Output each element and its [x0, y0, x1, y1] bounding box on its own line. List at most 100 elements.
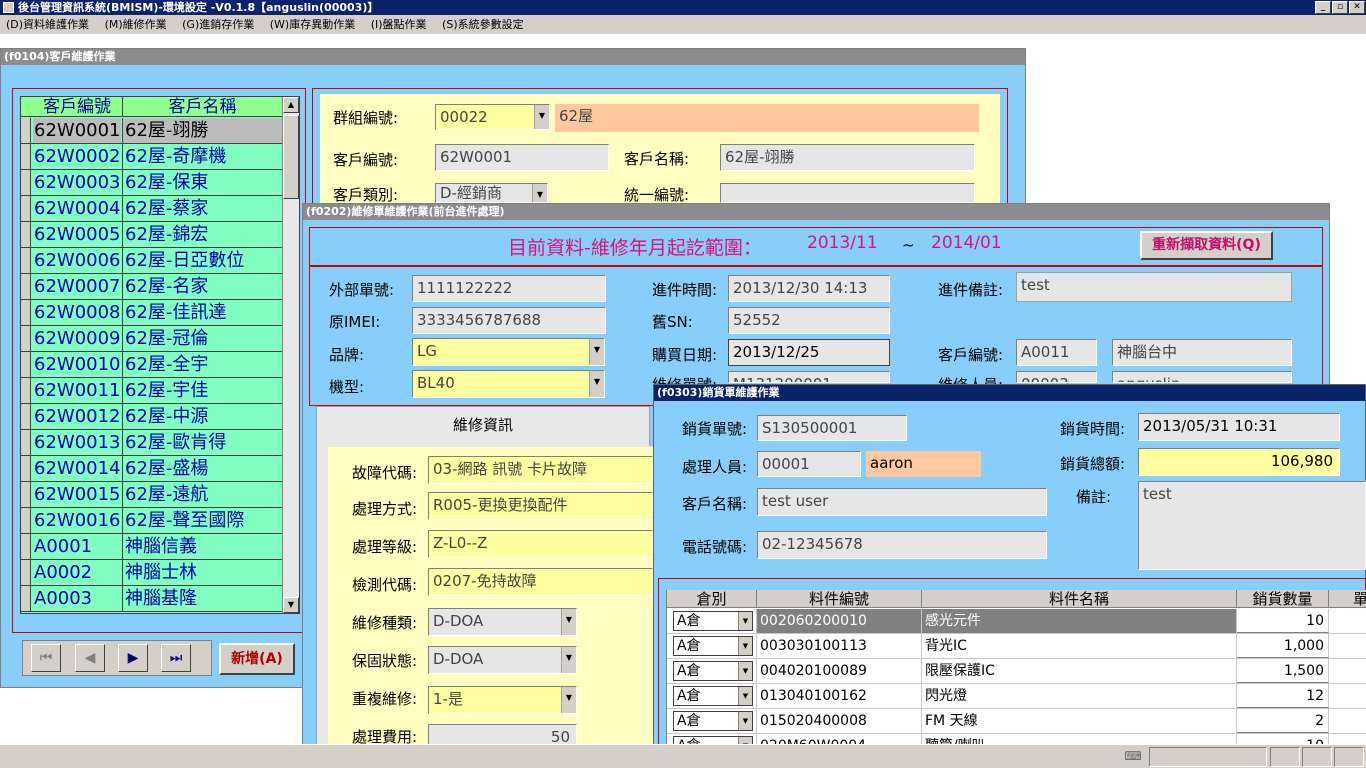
ext-no-field[interactable]: 1111122222 [412, 275, 606, 302]
cust-no-cell[interactable]: 62W0011 [33, 378, 121, 403]
scroll-down-icon[interactable]: ▼ [283, 597, 299, 613]
menu-stocktake[interactable]: (I)盤點作業 [365, 15, 433, 34]
qty-cell[interactable]: 1,000 [1237, 634, 1329, 658]
qty-cell[interactable]: 2 [1237, 709, 1329, 733]
cust-no-cell[interactable]: 62W0008 [33, 300, 121, 325]
customer-row[interactable]: 62W0001 62屋-翊勝 [21, 118, 283, 144]
imei-field[interactable]: 3333456787688 [412, 307, 606, 334]
chevron-down-icon[interactable]: ▼ [532, 184, 547, 202]
group-no-select[interactable]: 00022 ▼ [435, 104, 550, 130]
part-name-cell[interactable]: 閃光燈 [922, 684, 1237, 708]
cust-no-cell[interactable]: 62W0014 [33, 456, 121, 481]
cust-name-field[interactable]: 神腦台中 [1112, 339, 1292, 366]
warehouse-select[interactable]: A倉▼ [673, 661, 753, 681]
col-qty[interactable]: 銷貨數量 [1237, 590, 1329, 608]
row-selector[interactable] [21, 222, 31, 247]
row-selector[interactable] [21, 118, 31, 143]
row-selector[interactable] [21, 586, 31, 611]
warehouse-select[interactable]: A倉▼ [673, 686, 753, 706]
row-selector[interactable] [21, 430, 31, 455]
row-selector[interactable] [21, 404, 31, 429]
cust-name-field[interactable]: 62屋-翊勝 [720, 144, 975, 171]
row-selector[interactable] [21, 534, 31, 559]
chevron-down-icon[interactable]: ▼ [738, 737, 752, 744]
cust-no-cell[interactable]: 62W0016 [33, 508, 121, 533]
part-name-cell[interactable]: FM 天線 [922, 709, 1237, 733]
buy-date-field[interactable]: 2013/12/25 [728, 339, 890, 366]
customer-grid[interactable]: 客戶編號 客戶名稱 62W0001 62屋-翊勝 62W0002 62屋-奇摩機 62W… [20, 96, 300, 614]
qty-cell[interactable]: 10 [1237, 734, 1329, 744]
staff-name-field[interactable]: anguslin [1112, 371, 1292, 383]
sale-time-field[interactable]: 2013/05/31 10:31 [1138, 413, 1340, 441]
customer-row[interactable]: 62W0015 62屋-遠航 [21, 482, 283, 508]
chevron-down-icon[interactable]: ▼ [738, 712, 752, 730]
note-field[interactable]: test [1016, 272, 1292, 302]
chevron-down-icon[interactable]: ▼ [534, 105, 549, 129]
customer-row[interactable]: 62W0016 62屋-聲至國際 [21, 508, 283, 534]
row-selector[interactable] [21, 508, 31, 533]
cust-name-cell[interactable]: 62屋-歐肯得 [122, 430, 282, 455]
customer-row[interactable]: 62W0008 62屋-佳訊達 [21, 300, 283, 326]
add-button[interactable]: 新增(A) [219, 643, 295, 675]
total-field[interactable]: 106,980 [1138, 448, 1340, 476]
cust-type-select[interactable]: D-經銷商 ▼ [435, 183, 548, 203]
row-selector[interactable] [21, 196, 31, 221]
qty-cell[interactable]: 12 [1237, 684, 1329, 708]
customer-row[interactable]: 62W0012 62屋-中源 [21, 404, 283, 430]
row-selector[interactable] [21, 352, 31, 377]
cust-name-cell[interactable]: 神腦基隆 [122, 586, 282, 611]
customer-row[interactable]: 62W0006 62屋-日亞數位 [21, 248, 283, 274]
cust-name-cell[interactable]: 62屋-聲至國際 [122, 508, 282, 533]
row-selector[interactable] [21, 144, 31, 169]
warehouse-cell[interactable]: A倉▼ [667, 734, 757, 744]
sales-row[interactable]: A倉 ▼ 013040100162 閃光燈 12 [667, 684, 1366, 709]
chevron-down-icon[interactable]: ▼ [561, 687, 576, 713]
customer-row[interactable]: 62W0004 62屋-蔡家 [21, 196, 283, 222]
cust-name-cell[interactable]: 神腦士林 [122, 560, 282, 585]
part-no-cell[interactable]: 004020100089 [757, 659, 922, 683]
menu-system-settings[interactable]: (S)系統參數設定 [436, 15, 530, 34]
part-no-cell[interactable]: 003030100113 [757, 634, 922, 658]
cust-no-cell[interactable]: 62W0007 [33, 274, 121, 299]
chevron-down-icon[interactable]: ▼ [738, 637, 752, 655]
customer-row[interactable]: 62W0010 62屋-全宇 [21, 352, 283, 378]
chevron-down-icon[interactable]: ▼ [589, 371, 604, 397]
scroll-up-icon[interactable]: ▲ [283, 97, 299, 113]
cust-no-cell[interactable]: 62W0002 [33, 144, 121, 169]
sales-row[interactable]: A倉 ▼ 004020100089 限壓保護IC 1,500 [667, 659, 1366, 684]
part-name-cell[interactable]: 感光元件 [922, 609, 1237, 633]
cust-no-cell[interactable]: A0001 [33, 534, 121, 559]
cust-name-cell[interactable]: 62屋-保東 [122, 170, 282, 195]
cust-no-field[interactable]: 62W0001 [435, 144, 609, 171]
chevron-down-icon[interactable]: ▼ [738, 612, 752, 630]
part-name-cell[interactable]: 限壓保護IC [922, 659, 1237, 683]
cust-name-cell[interactable]: 62屋-宇佳 [122, 378, 282, 403]
header-cust-no[interactable]: 客戶編號 [33, 97, 121, 117]
part-no-cell[interactable]: 015020400008 [757, 709, 922, 733]
warehouse-cell[interactable]: A倉▼ [667, 709, 757, 733]
menu-stock-change[interactable]: (W)庫存異動作業 [264, 15, 361, 34]
chevron-down-icon[interactable]: ▼ [589, 339, 604, 365]
warehouse-select[interactable]: A倉▼ [673, 736, 753, 744]
customer-row[interactable]: 62W0013 62屋-歐肯得 [21, 430, 283, 456]
cust-no-cell[interactable]: 62W0009 [33, 326, 121, 351]
customer-row[interactable]: 62W0014 62屋-盛楊 [21, 456, 283, 482]
cust-no-cell[interactable]: 62W0012 [33, 404, 121, 429]
part-name-cell[interactable]: 聽筒/喇叭 [922, 734, 1237, 744]
qty-cell[interactable]: 1,500 [1237, 659, 1329, 683]
row-selector[interactable] [21, 300, 31, 325]
col-part-no[interactable]: 料件編號 [757, 590, 922, 608]
row-selector[interactable] [21, 274, 31, 299]
col-unit[interactable]: 單 [1329, 590, 1366, 608]
warehouse-select[interactable]: A倉▼ [673, 711, 753, 731]
chevron-down-icon[interactable]: ▼ [738, 687, 752, 705]
sales-row[interactable]: A倉 ▼ 015020400008 FM 天線 2 [667, 709, 1366, 734]
row-selector[interactable] [21, 248, 31, 273]
in-time-field[interactable]: 2013/12/30 14:13 [728, 275, 890, 302]
warehouse-cell[interactable]: A倉▼ [667, 659, 757, 683]
customer-row[interactable]: 62W0007 62屋-名家 [21, 274, 283, 300]
part-no-cell[interactable]: 020M60W0004 [757, 734, 922, 744]
cust-no-cell[interactable]: 62W0005 [33, 222, 121, 247]
cust-name-cell[interactable]: 62屋-冠倫 [122, 326, 282, 351]
customer-row[interactable]: 62W0009 62屋-冠倫 [21, 326, 283, 352]
